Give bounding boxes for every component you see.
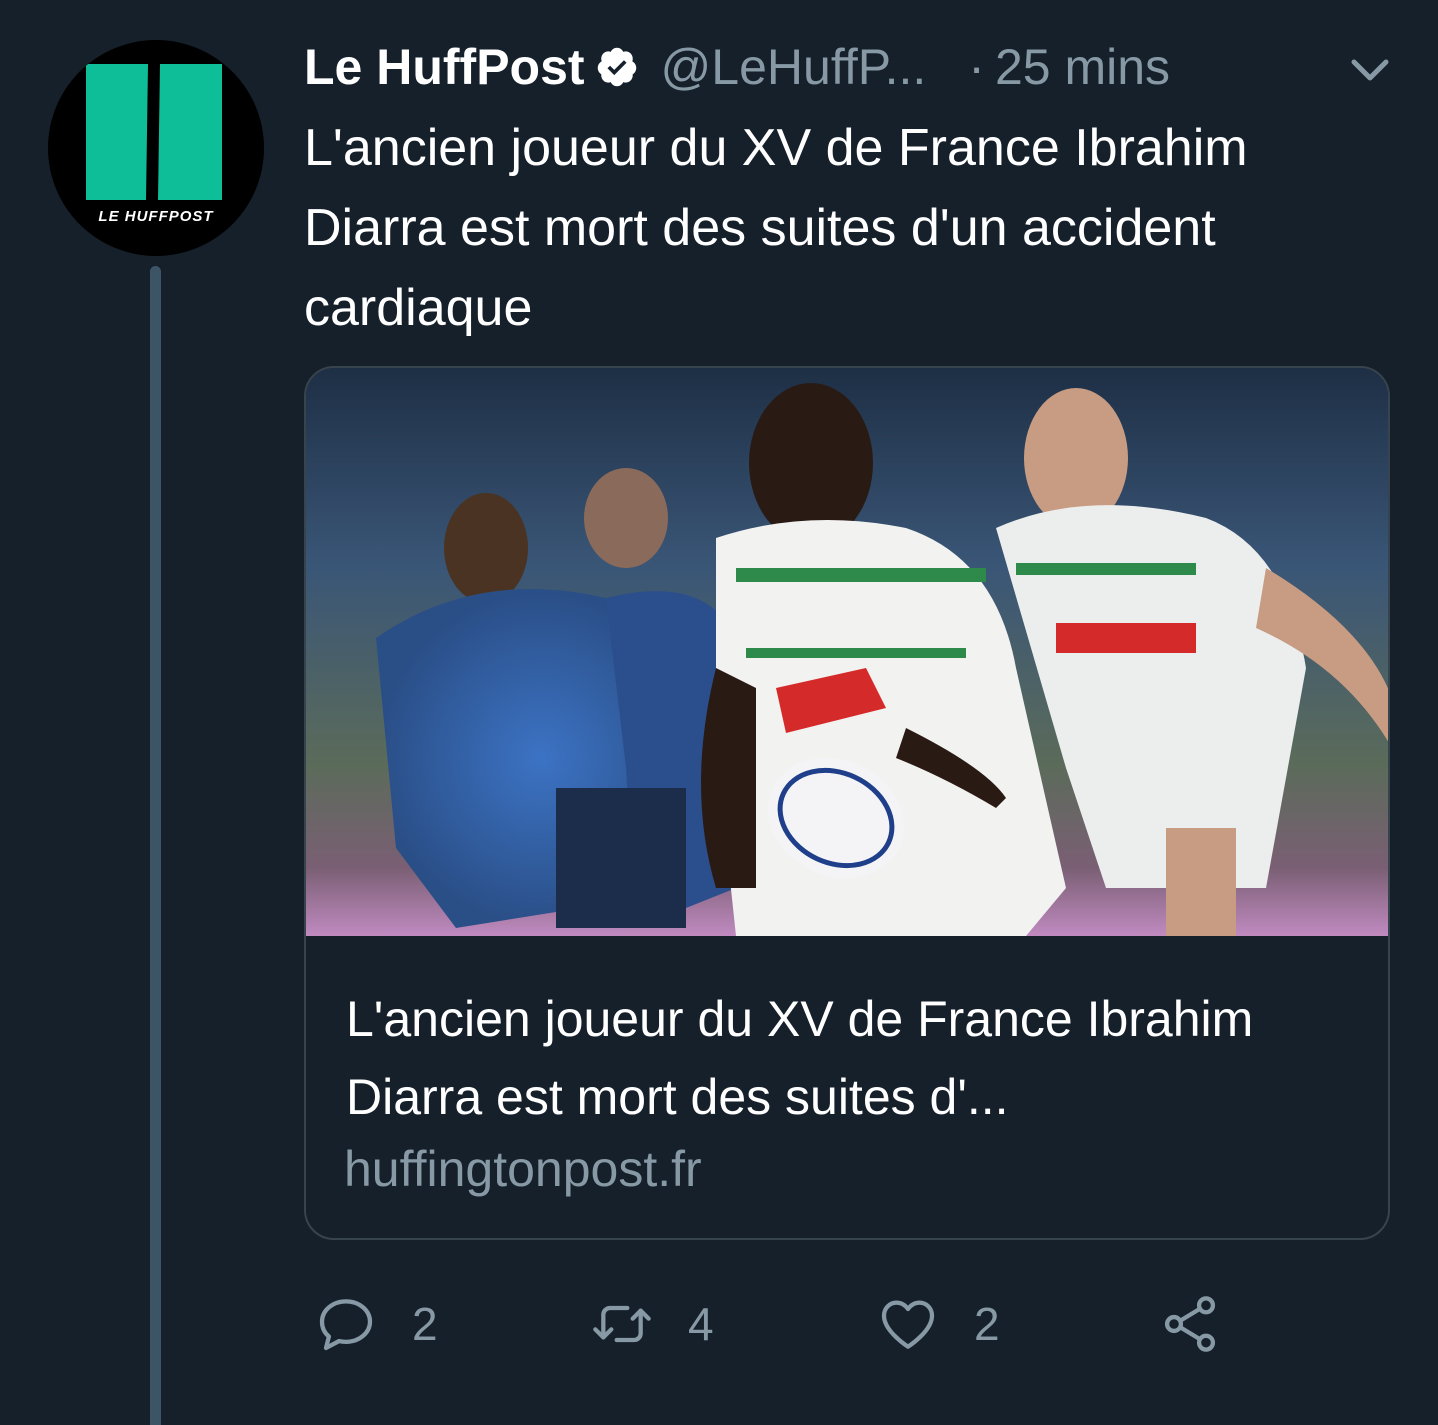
separator-dot: · (968, 39, 985, 95)
retweet-icon (593, 1305, 651, 1343)
like-button[interactable]: 2 (876, 1286, 1000, 1362)
author-handle[interactable]: @LeHuffP... (661, 38, 927, 96)
card-domain[interactable]: huffingtonpost.fr (344, 1140, 702, 1198)
retweet-count: 4 (688, 1298, 714, 1350)
tweet-text: L'ancien joueur du XV de France Ibrahim … (304, 119, 1248, 337)
reply-button[interactable]: 2 (314, 1286, 438, 1362)
thread-line (150, 266, 161, 1425)
share-icon (1164, 1296, 1216, 1352)
author-name[interactable]: Le HuffPost (304, 38, 585, 96)
verified-icon (597, 47, 636, 87)
tweet-actions: 2 4 2 (304, 1286, 1404, 1366)
reply-count: 2 (412, 1298, 438, 1350)
card-title[interactable]: L'ancien joueur du XV de France Ibrahim … (346, 980, 1356, 1136)
share-button[interactable] (1158, 1286, 1222, 1362)
link-card[interactable]: L'ancien joueur du XV de France Ibrahim … (304, 366, 1390, 1240)
tweet[interactable]: LE HUFFPOST Le HuffPost @LeHuffP... · 25… (0, 0, 1438, 1425)
huffpost-logo (86, 64, 222, 200)
avatar[interactable]: LE HUFFPOST (48, 40, 264, 256)
retweet-button[interactable]: 4 (590, 1286, 714, 1362)
reply-icon (319, 1299, 373, 1351)
avatar-logo-text: LE HUFFPOST (98, 208, 214, 225)
like-count: 2 (974, 1298, 1000, 1350)
timestamp[interactable]: 25 mins (995, 38, 1170, 96)
like-icon (881, 1300, 935, 1349)
tweet-header: Le HuffPost @LeHuffP... · 25 mins (304, 34, 1170, 100)
article-photo[interactable] (306, 368, 1390, 936)
chevron-down-icon[interactable] (1346, 52, 1394, 88)
